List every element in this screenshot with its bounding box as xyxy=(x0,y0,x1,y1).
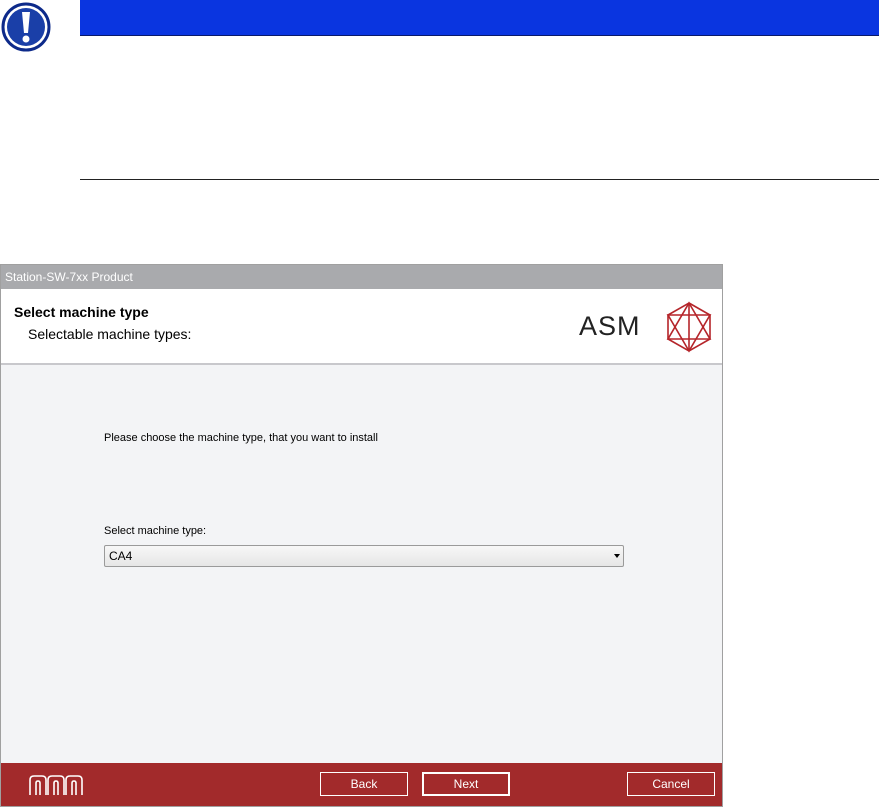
cancel-button[interactable]: Cancel xyxy=(627,772,715,796)
machine-type-selected-value: CA4 xyxy=(109,549,133,563)
notice-divider xyxy=(80,179,879,180)
wizard-footer: Back Next Cancel xyxy=(1,763,722,806)
wizard-header: Select machine type Selectable machine t… xyxy=(1,289,722,365)
machine-type-select[interactable]: CA4 xyxy=(104,545,624,567)
installer-window: Station-SW-7xx Product Select machine ty… xyxy=(0,264,723,807)
dropdown-arrow-icon[interactable] xyxy=(614,554,620,558)
back-button[interactable]: Back xyxy=(320,772,408,796)
machine-type-label: Select machine type: xyxy=(104,525,207,537)
asm-logo-text: ASM xyxy=(579,311,641,341)
wizard-content: Please choose the machine type, that you… xyxy=(1,365,722,763)
notice-header-bar xyxy=(80,0,879,36)
asm-logo-icon xyxy=(665,301,713,353)
page-subtitle: Selectable machine types: xyxy=(28,326,192,342)
page-title: Select machine type xyxy=(14,304,149,320)
instruction-text: Please choose the machine type, that you… xyxy=(104,432,378,444)
next-button[interactable]: Next xyxy=(422,772,510,796)
footer-brand-icon xyxy=(28,774,84,796)
window-titlebar: Station-SW-7xx Product xyxy=(1,265,722,289)
exclamation-warning-icon xyxy=(1,2,51,52)
